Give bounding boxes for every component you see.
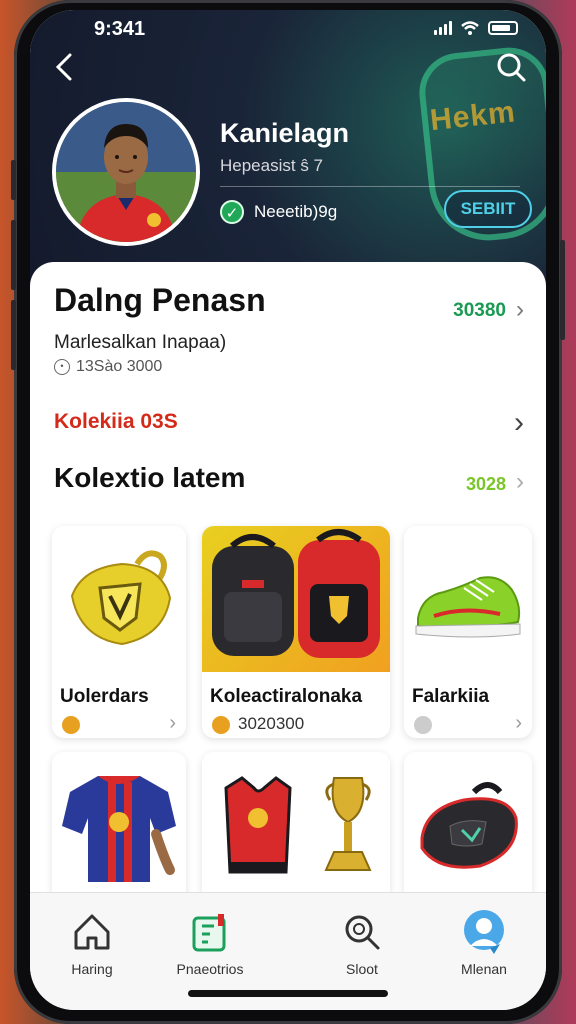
search-button[interactable] <box>494 50 528 84</box>
profile-subtitle: Hepeasist ŝ 7 <box>220 156 323 175</box>
gear-bag-icon <box>420 782 518 869</box>
mute-switch <box>11 160 16 200</box>
search-icon <box>345 915 380 950</box>
coin-icon <box>62 716 80 734</box>
product-card[interactable] <box>404 752 532 902</box>
product-name: Uolerdars <box>60 686 149 707</box>
nav-item-documents[interactable]: Pnaeotrios <box>150 907 270 977</box>
product-card[interactable] <box>202 752 390 902</box>
home-icon <box>74 914 110 950</box>
meta-info: • 13Sào 3000 <box>54 358 162 376</box>
product-name: Falarkiia <box>412 686 490 707</box>
coin-icon <box>414 716 432 734</box>
product-image <box>202 752 390 902</box>
clock-icon: • <box>54 359 70 375</box>
follow-button[interactable]: SEBIIT <box>444 190 532 228</box>
nav-item-home[interactable]: Haring <box>32 907 152 977</box>
nav-item-profile[interactable]: Mlenan <box>424 907 544 977</box>
nav-label: Haring <box>71 961 113 977</box>
phone-frame: Hekm 9:341 Kanielagn Hepeasist ŝ 7 ✓ Nee… <box>11 0 565 1024</box>
chevron-right-icon: › <box>515 712 522 734</box>
verified-label: Neeetib)9g <box>254 202 338 221</box>
nav-label: Pnaeotrios <box>176 961 244 977</box>
product-card[interactable]: Falarkiia › <box>404 526 532 738</box>
battery-icon <box>488 21 518 35</box>
jersey-icon <box>62 776 176 882</box>
document-icon <box>192 914 226 952</box>
product-image <box>52 752 186 902</box>
header-divider <box>220 186 520 187</box>
meta-text: 13Sào 3000 <box>76 358 163 375</box>
title-count[interactable]: 30380 <box>453 300 506 322</box>
search-icon <box>497 53 526 82</box>
product-image <box>202 526 390 672</box>
chevron-right-icon[interactable]: › <box>516 468 524 496</box>
product-card[interactable] <box>52 752 186 902</box>
power-button <box>560 240 565 340</box>
sneaker-icon <box>415 576 521 638</box>
volume-down-button <box>11 300 16 370</box>
collection-count[interactable]: 3028 <box>466 474 506 495</box>
nav-label: Sloot <box>346 961 378 977</box>
product-name: Koleactiralonaka <box>210 686 363 707</box>
screen: Hekm 9:341 Kanielagn Hepeasist ŝ 7 ✓ Nee… <box>30 10 546 1010</box>
chevron-right-icon[interactable]: › <box>514 406 524 440</box>
collection-title: Kolextio latem <box>54 462 246 493</box>
status-bar: 9:341 <box>30 16 546 44</box>
content-card: Dalng Penasn 30380 › Marlesalkan Inapaa)… <box>30 262 546 902</box>
chevron-left-icon <box>55 53 72 81</box>
verified-status: ✓ Neeetib)9g <box>220 200 337 224</box>
coin-icon <box>212 716 230 734</box>
back-button[interactable] <box>52 52 82 82</box>
profile-name: Kanielagn <box>220 118 350 148</box>
chevron-right-icon: › <box>169 712 176 734</box>
vest-and-trophy-icon <box>224 776 372 874</box>
wifi-icon <box>461 21 479 35</box>
section-link-red[interactable]: Kolekiia 03S <box>54 410 178 434</box>
backpacks-icon <box>212 529 380 658</box>
product-card[interactable]: Koleactiralonaka 3020300 <box>202 526 390 738</box>
chevron-right-icon[interactable]: › <box>516 296 524 324</box>
page-subtitle: Marlesalkan Inapaa) <box>54 332 227 353</box>
player-photo <box>56 102 196 242</box>
gold-bag-icon <box>70 550 172 646</box>
product-image <box>404 752 532 902</box>
product-price: 3020300 <box>238 714 305 733</box>
profile-header: Hekm 9:341 Kanielagn Hepeasist ŝ 7 ✓ Nee… <box>30 10 546 290</box>
check-icon: ✓ <box>220 200 244 224</box>
product-image <box>404 526 532 672</box>
profile-icon <box>464 910 504 954</box>
status-time: 9:341 <box>94 18 146 40</box>
home-indicator[interactable] <box>188 990 388 997</box>
product-image <box>52 526 186 672</box>
avatar[interactable] <box>52 98 200 246</box>
product-card[interactable]: Uolerdars › <box>52 526 186 738</box>
nav-item-search[interactable]: Sloot <box>302 907 422 977</box>
page-title: Dalng Penasn <box>54 282 266 318</box>
nav-label: Mlenan <box>461 961 507 977</box>
signal-icon <box>434 21 452 35</box>
volume-up-button <box>11 220 16 290</box>
